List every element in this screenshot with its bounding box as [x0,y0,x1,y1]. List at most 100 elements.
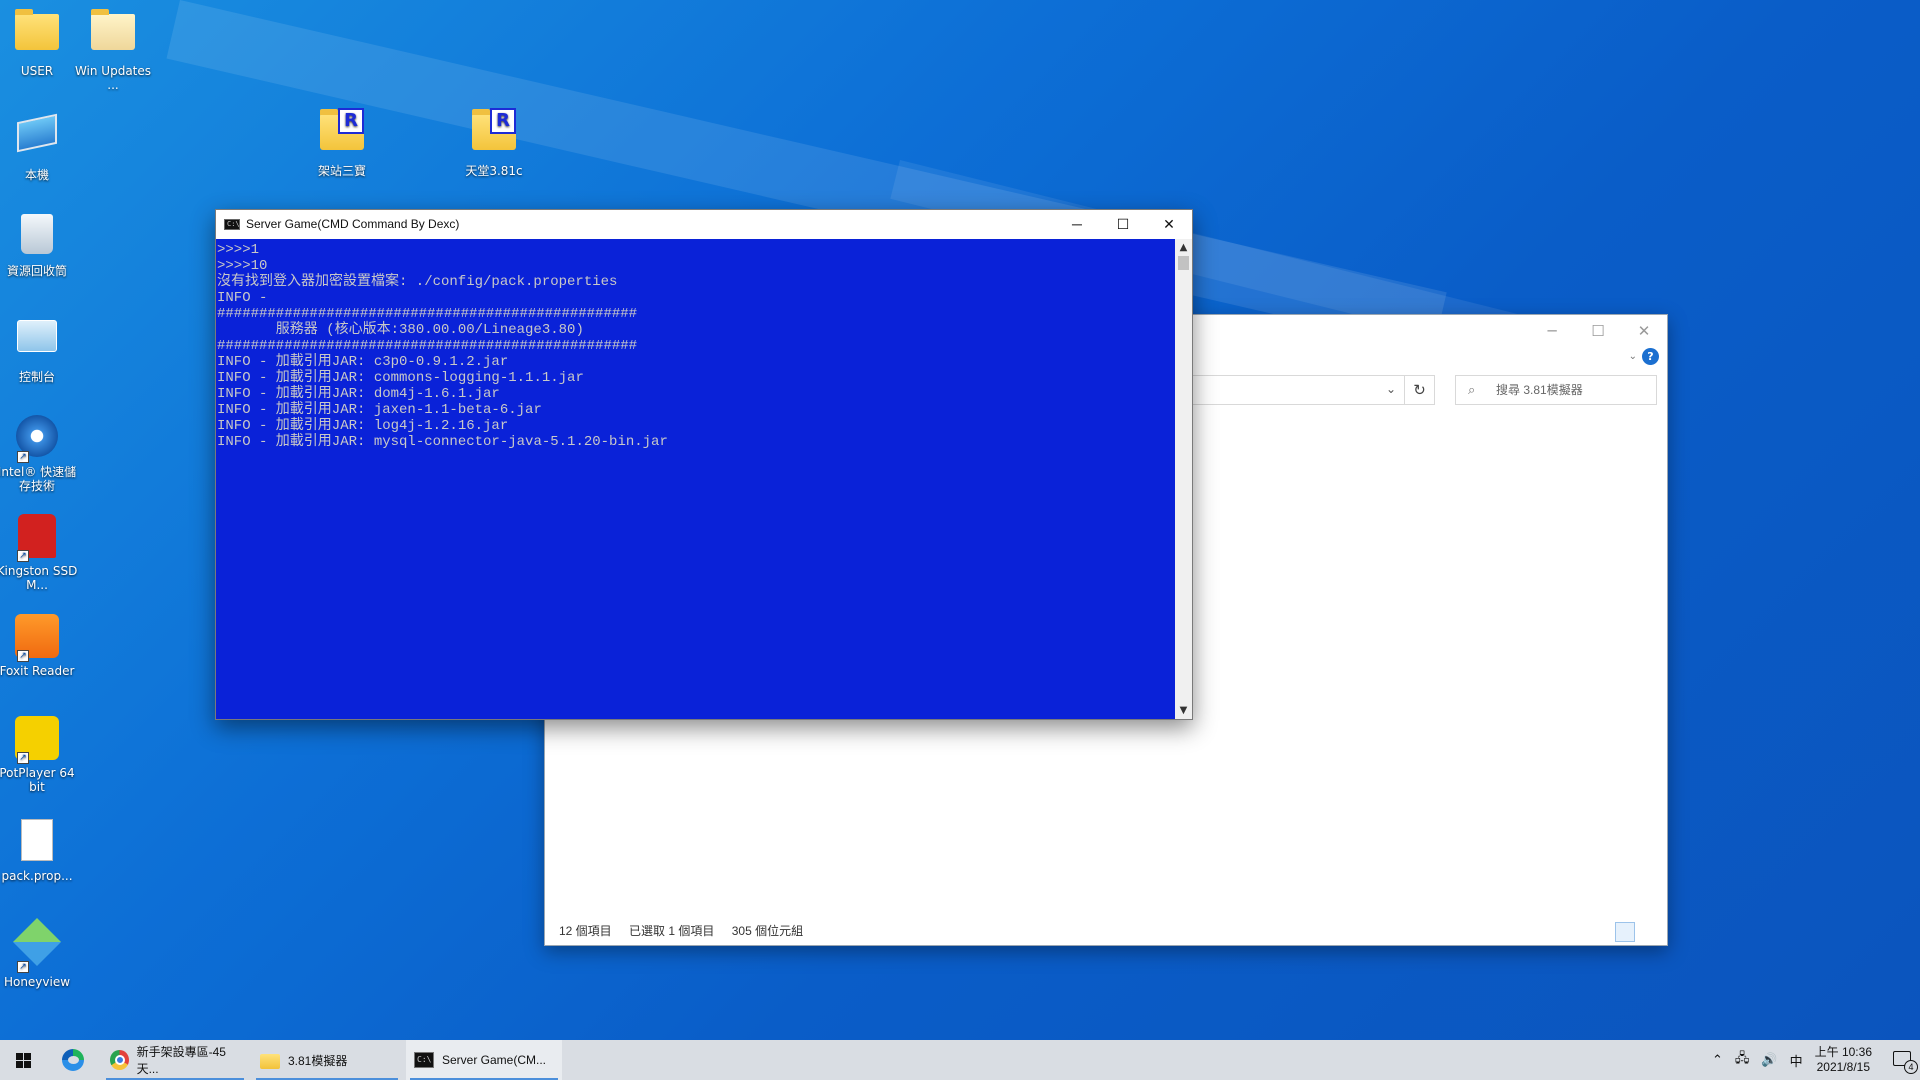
volume-icon[interactable]: 🔊 [1755,1052,1783,1068]
desktop-icon-label: Intel® 快速儲存技術 [0,465,77,493]
taskbar-item-label: 新手架設專區-45天... [136,1045,226,1076]
recycle-bin-icon [21,214,53,254]
desktop-icon-label: 本機 [24,168,49,182]
console-line: INFO - 加載引用JAR: log4j-1.2.16.jar [217,418,509,434]
shortcut-arrow-icon: ↗ [17,550,29,562]
clock[interactable]: 上午 10:36 2021/8/15 [1809,1045,1884,1075]
r-folder-icon: R [320,108,364,150]
search-icon: ⌕ [1468,382,1476,397]
taskbar-item-explorer[interactable]: 3.81模擬器 [252,1040,402,1080]
honeyview-icon [12,917,62,967]
window-title: Server Game(CMD Command By Dexc) [246,217,460,231]
maximize-button[interactable]: ☐ [1100,210,1146,239]
minimize-button[interactable]: ─ [1054,210,1100,239]
console-line: INFO - 加載引用JAR: jaxen-1.1-beta-6.jar [217,402,542,418]
user-folder-icon [15,9,59,50]
control-panel-icon [17,320,57,352]
details-view-button[interactable] [1615,922,1635,942]
item-count: 12 個項目 [559,924,612,938]
cmd-icon: C:\ [414,1052,434,1068]
taskbar-item-cmd[interactable]: C:\ Server Game(CM... [406,1040,562,1080]
desktop-icon-label: pack.prop... [1,869,73,883]
status-bar: 12 個項目 已選取 1 個項目 305 個位元組 [545,917,1667,945]
network-icon[interactable]: 🖧 [1729,1049,1756,1071]
console-line: 沒有找到登入器加密設置檔案: ./config/pack.properties [217,274,618,290]
desktop-icon-potplayer[interactable]: ↗ PotPlayer 64 bit [0,714,81,794]
desktop-icon-label: 架站三寶 [317,164,366,178]
desktop-icon-label: Honeyview [3,975,71,989]
desktop-icon-honeyview[interactable]: ↗ Honeyview [0,917,81,989]
shortcut-arrow-icon: ↗ [17,752,29,764]
desktop-icon-r-folder-2[interactable]: R 天堂3.81c [450,108,538,178]
console-line: ########################################… [217,338,638,354]
minimize-button[interactable]: ─ [1529,315,1575,347]
chrome-icon [110,1050,129,1070]
large-icons-view-button[interactable] [1637,922,1657,942]
cmd-titlebar[interactable]: C:\ Server Game(CMD Command By Dexc) ─ ☐… [216,210,1192,239]
system-tray: ⌃ 🖧 🔊 中 上午 10:36 2021/8/15 4 [1706,1040,1920,1080]
maximize-button[interactable]: ☐ [1575,315,1621,347]
shortcut-arrow-icon: ↗ [17,451,29,463]
desktop-icon-label: Kingston SSD M... [0,564,78,592]
folder-icon [91,9,135,50]
selected-size: 305 個位元組 [731,924,804,938]
taskbar-item-label: Server Game(CM... [442,1053,547,1067]
desktop-icon-label: Win Updates ... [74,64,152,92]
windows-icon [16,1053,31,1068]
console-line: >>>>10 [217,258,268,274]
console-line: INFO - 加載引用JAR: commons-logging-1.1.1.ja… [217,370,584,386]
edge-button[interactable] [46,1040,102,1080]
edge-icon [62,1049,84,1071]
ime-indicator[interactable]: 中 [1784,1051,1809,1070]
console-output[interactable]: >>>>1 >>>>10 沒有找到登入器加密設置檔案: ./config/pack.… [216,239,1175,719]
notification-button[interactable]: 4 [1884,1040,1920,1080]
close-button[interactable]: ✕ [1621,315,1667,347]
taskbar-item-chrome[interactable]: 新手架設專區-45天... [102,1040,248,1080]
console-line: 服務器 (核心版本:380.00.00/Lineage3.80) [217,322,584,338]
console-line: INFO - 加載引用JAR: mysql-connector-java-5.1… [217,434,668,450]
search-input[interactable]: ⌕ 搜尋 3.81模擬器 [1455,375,1657,405]
desktop-icon-this-pc[interactable]: 本機 [0,110,81,182]
desktop-icon-pack-properties[interactable]: pack.prop... [0,816,81,883]
desktop-icon-control-panel[interactable]: 控制台 [0,312,81,384]
desktop-icon-foxit[interactable]: ↗ Foxit Reader [0,612,81,678]
desktop-icon-win-updates[interactable]: Win Updates ... [69,8,157,92]
scroll-thumb[interactable] [1178,256,1189,270]
cmd-icon: C:\ [224,219,240,230]
text-file-icon [21,819,53,861]
console-line: INFO - 加載引用JAR: dom4j-1.6.1.jar [217,386,500,402]
console-line: ########################################… [217,306,638,322]
folder-icon [260,1053,280,1069]
taskbar-item-label: 3.81模擬器 [288,1053,348,1068]
desktop-icon-label: Foxit Reader [0,664,75,678]
scroll-down-icon[interactable]: ▼ [1175,702,1192,719]
console-line: INFO - 加載引用JAR: c3p0-0.9.1.2.jar [217,354,509,370]
computer-icon [17,113,57,153]
help-icon[interactable]: ? [1642,348,1659,365]
taskbar: 新手架設專區-45天... 3.81模擬器 C:\ Server Game(CM… [0,1040,1920,1080]
chevron-down-icon[interactable]: ⌄ [1386,382,1396,396]
search-placeholder: 搜尋 3.81模擬器 [1496,383,1583,397]
clock-time: 上午 10:36 [1814,1045,1872,1059]
selected-count: 已選取 1 個項目 [629,924,715,938]
clock-date: 2021/8/15 [1816,1060,1870,1074]
shortcut-arrow-icon: ↗ [17,650,29,662]
desktop-icon-kingston[interactable]: ↗ Kingston SSD M... [0,512,81,592]
close-button[interactable]: ✕ [1146,210,1192,239]
shortcut-arrow-icon: ↗ [17,961,29,973]
vertical-scrollbar[interactable]: ▲ ▼ [1175,239,1192,719]
notification-count: 4 [1904,1060,1918,1074]
desktop-icon-r-folder-1[interactable]: R 架站三寶 [298,108,386,178]
scroll-up-icon[interactable]: ▲ [1175,239,1192,256]
desktop-icon-intel-rst[interactable]: ↗ Intel® 快速儲存技術 [0,412,81,493]
desktop-icon-label: 控制台 [18,370,55,384]
refresh-button[interactable]: ↻ [1405,375,1435,405]
chevron-up-icon[interactable]: ⌃ [1706,1052,1729,1068]
desktop-icon-label: 資源回收筒 [6,264,67,278]
start-button[interactable] [0,1040,46,1080]
console-line: >>>>1 [217,242,260,258]
desktop-icon-recycle-bin[interactable]: 資源回收筒 [0,210,81,278]
ribbon-expand-icon[interactable]: ⌄ [1629,351,1637,362]
cmd-window[interactable]: C:\ Server Game(CMD Command By Dexc) ─ ☐… [215,209,1193,720]
desktop-icon-label: 天堂3.81c [465,164,523,178]
